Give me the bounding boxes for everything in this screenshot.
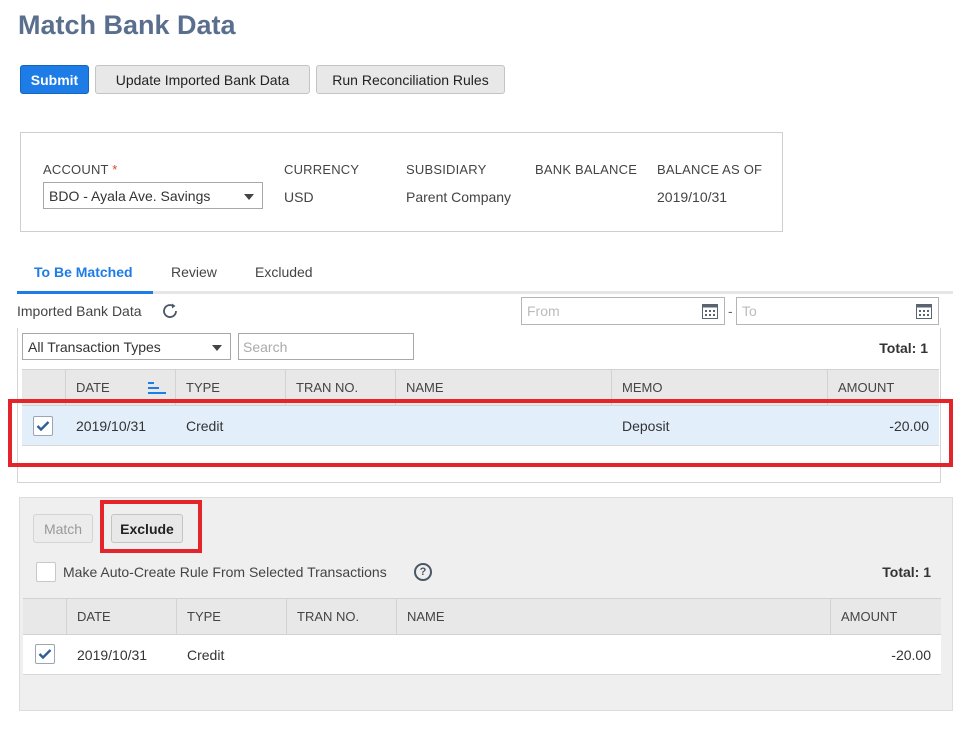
- transaction-type-select[interactable]: All Transaction Types: [22, 333, 231, 360]
- select-column-header: [23, 599, 67, 634]
- checkmark-icon: [38, 649, 52, 660]
- account-select-value: BDO - Ayala Ave. Savings: [49, 187, 211, 204]
- column-header-type[interactable]: TYPE: [177, 599, 287, 634]
- auto-create-rule-label: Make Auto-Create Rule From Selected Tran…: [63, 564, 387, 580]
- account-summary-box: ACCOUNT * BDO - Ayala Ave. Savings CURRE…: [20, 132, 783, 232]
- row-tran-no: [287, 635, 397, 674]
- row-select-checkbox[interactable]: [35, 644, 55, 664]
- account-select[interactable]: BDO - Ayala Ave. Savings: [43, 182, 263, 209]
- update-imported-bank-data-button[interactable]: Update Imported Bank Data: [95, 65, 310, 94]
- currency-label: CURRENCY: [284, 162, 360, 177]
- table-row[interactable]: 2019/10/31 Credit -20.00: [23, 635, 941, 675]
- tab-review[interactable]: Review: [171, 264, 217, 280]
- tab-to-be-matched[interactable]: To Be Matched: [34, 264, 133, 280]
- matching-total: Total: 1: [882, 564, 931, 580]
- column-header-date[interactable]: DATE: [67, 599, 177, 634]
- row-name: [397, 635, 831, 674]
- calendar-icon[interactable]: [702, 304, 718, 322]
- required-indicator: *: [112, 162, 118, 177]
- chevron-down-icon: [212, 345, 222, 351]
- imported-total: Total: 1: [879, 340, 928, 356]
- currency-value: USD: [284, 189, 314, 205]
- chevron-down-icon: [244, 194, 254, 200]
- balance-as-of-label: BALANCE AS OF: [657, 162, 763, 177]
- account-label: ACCOUNT *: [43, 162, 118, 177]
- help-icon[interactable]: ?: [414, 563, 432, 581]
- match-button[interactable]: Match: [33, 514, 93, 543]
- from-date-input[interactable]: From: [521, 297, 725, 325]
- calendar-icon[interactable]: [916, 304, 932, 322]
- row-amount: -20.00: [891, 646, 931, 663]
- to-date-input[interactable]: To: [736, 297, 939, 325]
- column-header-amount[interactable]: AMOUNT: [831, 599, 941, 634]
- active-tab-indicator: [17, 291, 153, 294]
- sort-icon[interactable]: [148, 381, 166, 398]
- auto-create-rule-checkbox[interactable]: [36, 562, 56, 582]
- date-range-separator: -: [728, 303, 733, 319]
- page-title: Match Bank Data: [18, 10, 236, 40]
- submit-button[interactable]: Submit: [20, 65, 89, 94]
- subsidiary-label: SUBSIDIARY: [406, 162, 487, 177]
- search-input[interactable]: Search: [238, 333, 414, 360]
- tab-bar: To Be Matched Review Excluded: [17, 258, 953, 294]
- matching-table-header: DATE TYPE TRAN NO. NAME AMOUNT: [23, 598, 941, 635]
- refresh-icon[interactable]: [160, 301, 180, 324]
- imported-bank-data-label: Imported Bank Data: [17, 303, 142, 319]
- run-reconciliation-rules-button[interactable]: Run Reconciliation Rules: [316, 65, 505, 94]
- annotation-highlight-row: [8, 399, 953, 467]
- subsidiary-value: Parent Company: [406, 189, 512, 205]
- row-date: 2019/10/31: [77, 646, 148, 663]
- balance-as-of-value: 2019/10/31: [657, 189, 728, 205]
- row-type: Credit: [187, 646, 225, 663]
- bank-balance-label: BANK BALANCE: [535, 162, 638, 177]
- annotation-highlight-exclude: [100, 500, 202, 553]
- column-header-tran-no[interactable]: TRAN NO.: [287, 599, 397, 634]
- column-header-name[interactable]: NAME: [397, 599, 831, 634]
- tab-excluded[interactable]: Excluded: [255, 264, 313, 280]
